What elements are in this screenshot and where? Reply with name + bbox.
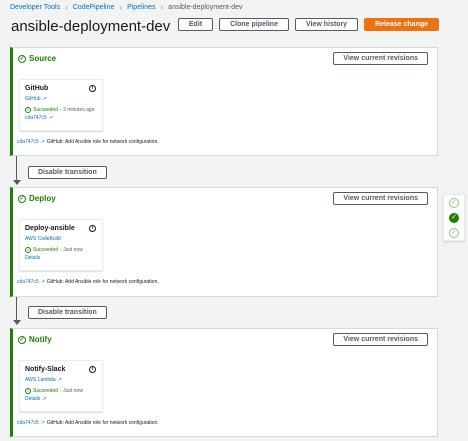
commit-hash-link[interactable]: cda747c5 <box>17 139 39 145</box>
view-current-revisions-button[interactable]: View current revisions <box>333 192 428 205</box>
status-text: Succeeded <box>33 107 59 113</box>
transition-arrow-line <box>16 297 17 320</box>
external-link-icon: ↗ <box>57 377 62 383</box>
check-circle-icon: ✓ <box>18 54 26 63</box>
stage-source: ✓ Source View current revisions GitHub i… <box>10 47 438 156</box>
commit-line: cda747c5 ↗ GitHub: Add Ansible role for … <box>17 420 159 426</box>
status-time: - Just now <box>60 247 83 253</box>
status-text: Succeeded <box>33 247 59 253</box>
status-time: - 2 minutes ago <box>60 107 95 113</box>
stage-deploy: ✓ Deploy View current revisions Deploy-a… <box>10 187 438 297</box>
breadcrumb-codepipeline[interactable]: CodePipeline <box>73 4 115 11</box>
stage-title: ✓ Deploy <box>18 194 56 203</box>
commit-message: GitHub: Add Ansible role for network con… <box>46 279 159 285</box>
disable-transition-button[interactable]: Disable transition <box>28 166 107 179</box>
info-icon[interactable]: i <box>89 85 96 92</box>
stage-title: ✓ Notify <box>18 335 52 344</box>
header-actions: Edit Clone pipeline View history Release… <box>177 18 439 31</box>
info-icon[interactable]: i <box>89 366 96 373</box>
commit-message: GitHub: Add Ansible role for network con… <box>46 139 159 145</box>
check-circle-icon: ✓ <box>18 335 26 344</box>
action-details-link[interactable]: Details <box>25 255 40 261</box>
info-icon[interactable]: i <box>89 225 96 232</box>
breadcrumb-pipelines[interactable]: Pipelines <box>127 4 155 11</box>
commit-line: cda747c5 ↗ GitHub: Add Ansible role for … <box>17 139 159 145</box>
commit-hash-link[interactable]: cda747c5 <box>17 279 39 285</box>
chevron-right-icon: › <box>65 3 68 12</box>
view-current-revisions-button[interactable]: View current revisions <box>333 52 428 65</box>
external-link-icon: ↗ <box>40 279 45 285</box>
external-link-icon: ↗ <box>40 139 45 145</box>
chevron-right-icon: › <box>160 3 164 12</box>
external-link-icon: ↗ <box>48 115 53 121</box>
disable-transition-button[interactable]: Disable transition <box>28 306 107 319</box>
view-history-button[interactable]: View history <box>294 18 359 31</box>
chevron-right-icon: › <box>119 3 123 12</box>
check-circle-icon: ✓ <box>25 388 31 394</box>
status-time: - Just now <box>60 388 83 394</box>
stage-name: Notify <box>29 335 52 344</box>
action-card: GitHub i GitHub ↗ ✓ Succeeded - 2 minute… <box>19 79 103 131</box>
check-circle-icon: ✓ <box>25 247 31 253</box>
breadcrumb-developer-tools[interactable]: Developer Tools <box>10 4 60 11</box>
page-title: ansible-deployment-dev <box>11 18 171 35</box>
commit-line: cda747c5 ↗ GitHub: Add Ansible role for … <box>17 279 159 285</box>
arrow-down-icon <box>13 320 21 325</box>
breadcrumb: Developer Tools › CodePipeline › Pipelin… <box>10 3 243 12</box>
arrow-down-icon <box>13 180 21 185</box>
check-circle-icon[interactable]: ✓ <box>449 228 459 238</box>
action-details-link[interactable]: Details <box>25 396 40 402</box>
action-provider-link[interactable]: GitHub <box>25 96 41 102</box>
action-name: Notify-Slack <box>25 366 66 373</box>
clone-pipeline-button[interactable]: Clone pipeline <box>219 18 289 31</box>
stage-name: Source <box>29 54 57 63</box>
breadcrumb-current: ansible-deployment-dev <box>168 4 243 11</box>
stage-title: ✓ Source <box>18 54 56 63</box>
action-name: Deploy-ansible <box>25 225 75 232</box>
action-provider-link[interactable]: AWS Lambda <box>25 377 56 383</box>
action-name: GitHub <box>25 85 49 92</box>
release-change-button[interactable]: Release change <box>364 18 439 31</box>
action-status: ✓ Succeeded - Just now <box>25 247 97 253</box>
commit-message: GitHub: Add Ansible role for network con… <box>46 420 159 426</box>
stage-notify: ✓ Notify View current revisions Notify-S… <box>10 328 438 437</box>
stage-name: Deploy <box>29 194 56 203</box>
check-circle-icon: ✓ <box>18 194 26 203</box>
action-revision-link[interactable]: cda747c5 <box>25 115 47 121</box>
check-circle-icon[interactable]: ✓ <box>449 198 459 208</box>
status-text: Succeeded <box>33 388 59 394</box>
check-circle-icon[interactable]: ✓ <box>449 213 459 223</box>
transition-arrow-line <box>16 156 17 180</box>
action-provider-link[interactable]: AWS CodeBuild <box>25 236 61 242</box>
action-status: ✓ Succeeded - 2 minutes ago <box>25 107 97 113</box>
stage-status-panel: ✓ ✓ ✓ <box>443 194 465 241</box>
action-status: ✓ Succeeded - Just now <box>25 388 97 394</box>
external-link-icon: ↗ <box>42 96 47 102</box>
action-card: Deploy-ansible i AWS CodeBuild ✓ Succeed… <box>19 219 103 271</box>
commit-hash-link[interactable]: cda747c5 <box>17 420 39 426</box>
action-card: Notify-Slack i AWS Lambda ↗ ✓ Succeeded … <box>19 360 103 412</box>
edit-button[interactable]: Edit <box>177 18 214 31</box>
external-link-icon: ↗ <box>40 420 45 426</box>
check-circle-icon: ✓ <box>25 107 31 113</box>
external-link-icon: ↗ <box>42 396 47 402</box>
view-current-revisions-button[interactable]: View current revisions <box>333 333 428 346</box>
